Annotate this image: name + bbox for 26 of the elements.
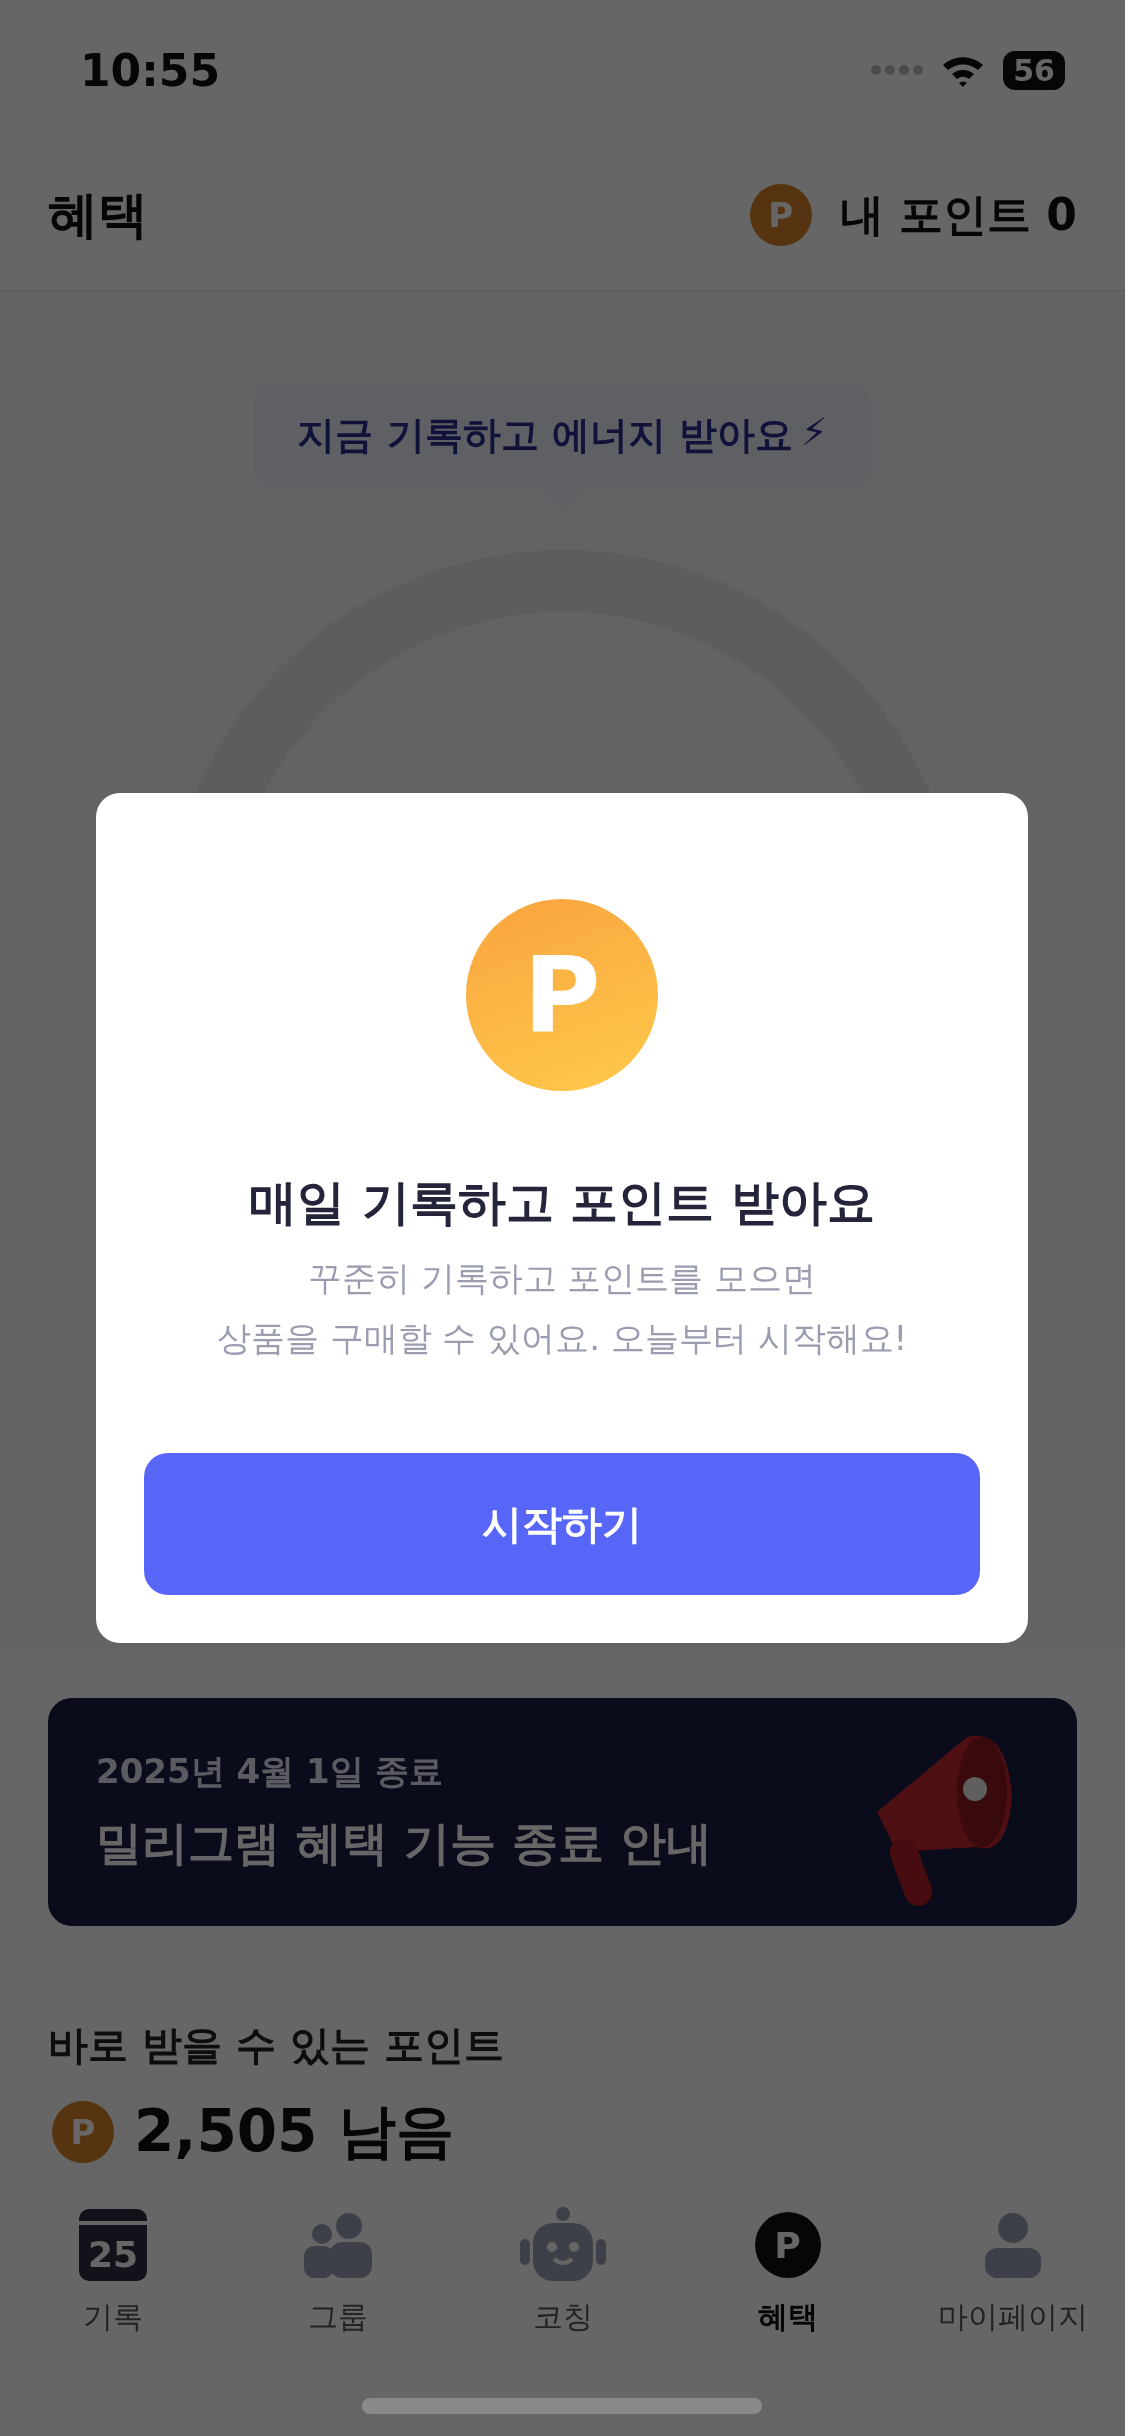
my-points: 내 포인트 0 <box>839 187 1077 242</box>
group-icon <box>303 2212 372 2278</box>
coin-icon: P <box>466 899 658 1091</box>
modal-title: 매일 기록하고 포인트 받아요 <box>248 1173 876 1232</box>
tab-item[interactable]: P 혜택 <box>687 2195 888 2348</box>
page-title: 혜택 <box>48 184 148 246</box>
calendar-icon: 25 <box>78 2209 147 2281</box>
status-time: 10:55 <box>80 44 221 96</box>
start-button[interactable]: 시작하기 <box>144 1453 980 1595</box>
banner-date: 2025년 4월 1일 종료 <box>96 1750 445 1793</box>
banner-title: 밀리그램 혜택 기능 종료 안내 <box>96 1815 713 1872</box>
coin-icon: P <box>52 2101 114 2163</box>
robot-icon <box>517 2207 608 2283</box>
points-remaining: 2,505 남음 <box>134 2096 454 2167</box>
coin-icon: P <box>749 184 812 246</box>
points-title: 바로 받을 수 있는 포인트 <box>48 2021 505 2070</box>
coin-icon: P <box>754 2212 821 2278</box>
tab-item[interactable]: 25 기록 <box>12 2195 213 2348</box>
tab-item[interactable]: 코칭 <box>462 2195 663 2348</box>
person-icon <box>984 2212 1041 2278</box>
notice-banner[interactable]: 2025년 4월 1일 종료 밀리그램 혜택 기능 종료 안내 <box>48 1698 1077 1926</box>
battery-level: 56 <box>1003 50 1065 90</box>
signal-icon <box>871 65 924 75</box>
tab-item[interactable]: 그룹 <box>237 2195 438 2348</box>
tab-item[interactable]: 마이페이지 <box>912 2195 1113 2348</box>
modal-message: 꾸준히 기록하고 포인트를 모으면 상품을 구매할 수 있어요. 오늘부터 시작해요! <box>216 1257 908 1360</box>
